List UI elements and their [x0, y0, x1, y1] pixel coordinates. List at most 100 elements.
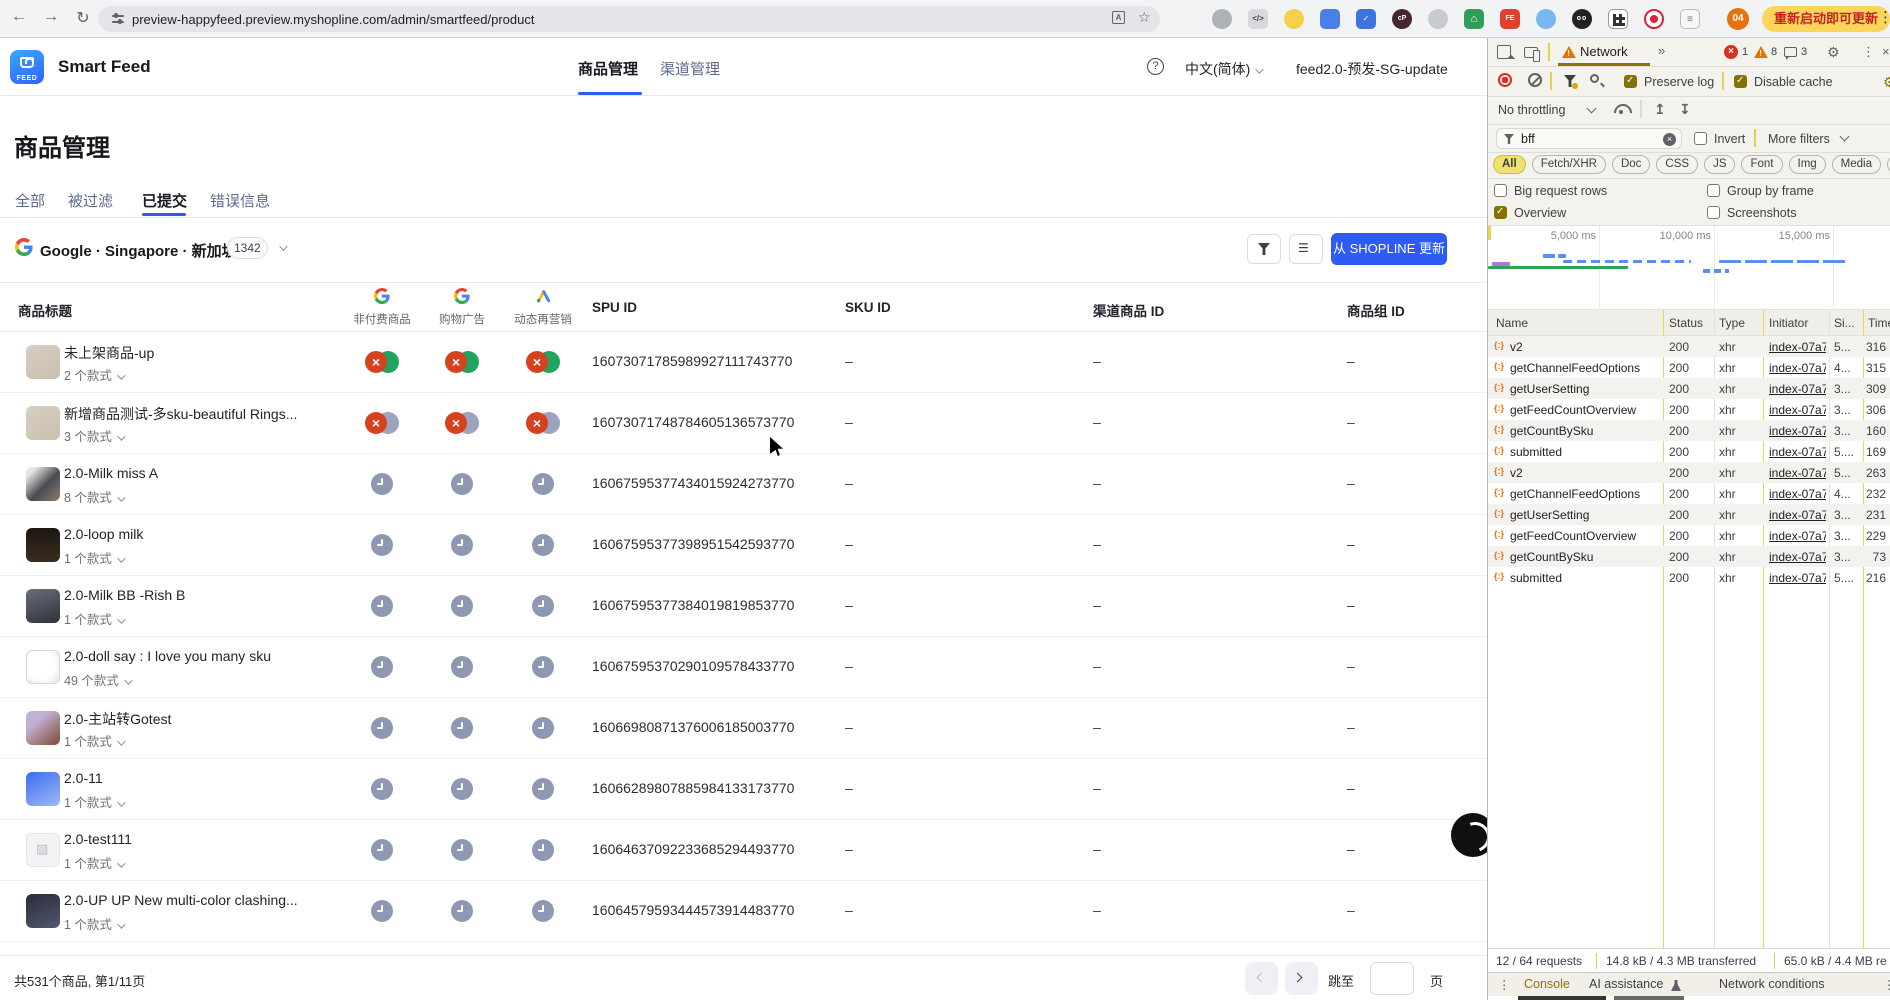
status-error-toggle[interactable]	[445, 412, 479, 434]
network-request-row[interactable]: {:}submitted200xhrindex-07a75....216	[1488, 567, 1890, 588]
network-settings-gear-icon[interactable]: ⚙	[1883, 74, 1890, 91]
browser-forward-button[interactable]: →	[40, 8, 62, 26]
error-count-icon[interactable]: ×	[1724, 45, 1738, 59]
import-har-icon[interactable]: ↥	[1654, 101, 1666, 118]
status-error-toggle[interactable]	[365, 351, 399, 373]
big-request-rows-checkbox[interactable]	[1494, 184, 1507, 197]
more-tabs-icon[interactable]: »	[1658, 43, 1665, 58]
extension-icon[interactable]: </>	[1248, 9, 1268, 29]
col-name[interactable]: Name	[1496, 316, 1528, 330]
clear-log-icon[interactable]	[1528, 73, 1542, 87]
warning-count-icon[interactable]	[1754, 46, 1768, 58]
drawer-tab-network-conditions[interactable]: Network conditions	[1719, 977, 1825, 991]
invert-checkbox[interactable]	[1694, 132, 1707, 145]
throttling-select[interactable]: No throttling	[1498, 103, 1565, 117]
drawer-menu-icon[interactable]: ⋮	[1498, 977, 1511, 992]
request-initiator[interactable]: index-07a7	[1769, 340, 1826, 354]
variant-count[interactable]: 1 个款式	[64, 914, 123, 933]
drawer-more-icon[interactable]: ⋮	[1883, 977, 1890, 992]
variant-count[interactable]: 2 个款式	[64, 365, 123, 384]
request-initiator[interactable]: index-07a7	[1769, 445, 1826, 459]
extension-icon[interactable]	[1428, 9, 1448, 29]
extension-icon[interactable]: FE	[1500, 9, 1520, 29]
filter-button[interactable]	[1247, 234, 1281, 264]
variant-count[interactable]: 1 个款式	[64, 792, 123, 811]
device-toolbar-icon[interactable]	[1524, 47, 1538, 58]
bookmark-star-icon[interactable]: ☆	[1138, 9, 1151, 26]
product-title[interactable]: 2.0-test111	[64, 831, 132, 847]
network-request-row[interactable]: {:}v2200xhrindex-07a75...263	[1488, 462, 1890, 483]
network-request-row[interactable]: {:}getUserSetting200xhrindex-07a73...231	[1488, 504, 1890, 525]
extension-icon[interactable]	[1212, 9, 1232, 29]
chip-media[interactable]: Media	[1832, 155, 1881, 174]
request-name[interactable]: getChannelFeedOptions	[1510, 361, 1658, 375]
chip-css[interactable]: CSS	[1656, 155, 1698, 174]
network-request-row[interactable]: {:}getFeedCountOverview200xhrindex-07a73…	[1488, 525, 1890, 546]
inspect-element-icon[interactable]	[1497, 45, 1511, 59]
request-name[interactable]: v2	[1510, 340, 1658, 354]
request-name[interactable]: getUserSetting	[1510, 508, 1658, 522]
request-initiator[interactable]: index-07a7	[1769, 487, 1826, 501]
request-initiator[interactable]: index-07a7	[1769, 466, 1826, 480]
request-initiator[interactable]: index-07a7	[1769, 550, 1826, 564]
network-request-row[interactable]: {:}getChannelFeedOptions200xhrindex-07a7…	[1488, 357, 1890, 378]
request-name[interactable]: v2	[1510, 466, 1658, 480]
devtools-menu-icon[interactable]: ⋮	[1862, 44, 1875, 60]
tab-all[interactable]: 全部	[15, 190, 45, 211]
network-request-row[interactable]: {:}submitted200xhrindex-07a75....169	[1488, 441, 1890, 462]
status-error-toggle[interactable]	[365, 412, 399, 434]
extension-icon[interactable]: oo	[1572, 9, 1592, 29]
app-tab-channel[interactable]: 渠道管理	[660, 58, 720, 79]
product-title[interactable]: 未上架商品-up	[64, 343, 154, 363]
drawer-tab-console[interactable]: Console	[1524, 977, 1570, 991]
network-request-row[interactable]: {:}getCountBySku200xhrindex-07a73...73	[1488, 546, 1890, 567]
display-settings-button[interactable]: ☰	[1289, 234, 1323, 264]
request-name[interactable]: getFeedCountOverview	[1510, 529, 1658, 543]
request-name[interactable]: getUserSetting	[1510, 382, 1658, 396]
tab-submitted[interactable]: 已提交	[142, 190, 187, 211]
app-tab-product[interactable]: 商品管理	[578, 58, 638, 79]
language-selector[interactable]: 中文(简体)	[1185, 59, 1261, 79]
request-initiator[interactable]: index-07a7	[1769, 508, 1826, 522]
col-type[interactable]: Type	[1719, 316, 1745, 330]
extension-icon[interactable]: ⌂	[1464, 9, 1484, 29]
extension-icon[interactable]: ≡	[1680, 9, 1700, 29]
extension-icon[interactable]	[1608, 9, 1628, 29]
product-title[interactable]: 2.0-Milk miss A	[64, 465, 158, 481]
disable-cache-checkbox[interactable]	[1734, 75, 1747, 88]
request-name[interactable]: getFeedCountOverview	[1510, 403, 1658, 417]
network-request-row[interactable]: {:}getFeedCountOverview200xhrindex-07a73…	[1488, 399, 1890, 420]
variant-count[interactable]: 1 个款式	[64, 609, 123, 628]
request-name[interactable]: getCountBySku	[1510, 424, 1658, 438]
network-filter-input[interactable]: bff ×	[1496, 128, 1682, 149]
extension-icon[interactable]: ✓	[1356, 9, 1376, 29]
request-initiator[interactable]: index-07a7	[1769, 403, 1826, 417]
variant-count[interactable]: 1 个款式	[64, 548, 123, 567]
chip-fetch-xhr[interactable]: Fetch/XHR	[1532, 155, 1606, 174]
profile-badge[interactable]: 04	[1727, 8, 1749, 30]
chip-font[interactable]: Font	[1741, 155, 1782, 174]
request-name[interactable]: getChannelFeedOptions	[1510, 487, 1658, 501]
product-title[interactable]: 2.0-loop milk	[64, 526, 143, 542]
variant-count[interactable]: 3 个款式	[64, 426, 123, 445]
tab-errors[interactable]: 错误信息	[210, 190, 270, 211]
url-bar[interactable]: preview-happyfeed.preview.myshopline.com…	[98, 6, 1160, 32]
close-icon[interactable]: ×	[1882, 44, 1890, 59]
record-icon[interactable]	[1498, 73, 1512, 87]
prev-page-button[interactable]	[1245, 962, 1278, 995]
extension-icon[interactable]	[1320, 9, 1340, 29]
col-initiator[interactable]: Initiator	[1769, 316, 1808, 330]
site-info-icon[interactable]	[112, 14, 124, 24]
network-overview-graph[interactable]: 5,000 ms 10,000 ms 15,000 ms	[1488, 226, 1890, 310]
product-title[interactable]: 2.0-11	[64, 770, 103, 786]
chip-doc[interactable]: Doc	[1612, 155, 1650, 174]
network-request-row[interactable]: {:}getUserSetting200xhrindex-07a73...309	[1488, 378, 1890, 399]
status-error-toggle[interactable]	[526, 351, 560, 373]
extension-icon[interactable]	[1644, 9, 1664, 29]
settings-gear-icon[interactable]: ⚙	[1827, 44, 1840, 61]
next-page-button[interactable]	[1285, 962, 1318, 995]
col-size[interactable]: Si...	[1834, 316, 1855, 330]
variant-count[interactable]: 1 个款式	[64, 853, 123, 872]
variant-count[interactable]: 1 个款式	[64, 731, 123, 750]
chip-js[interactable]: JS	[1704, 155, 1735, 174]
